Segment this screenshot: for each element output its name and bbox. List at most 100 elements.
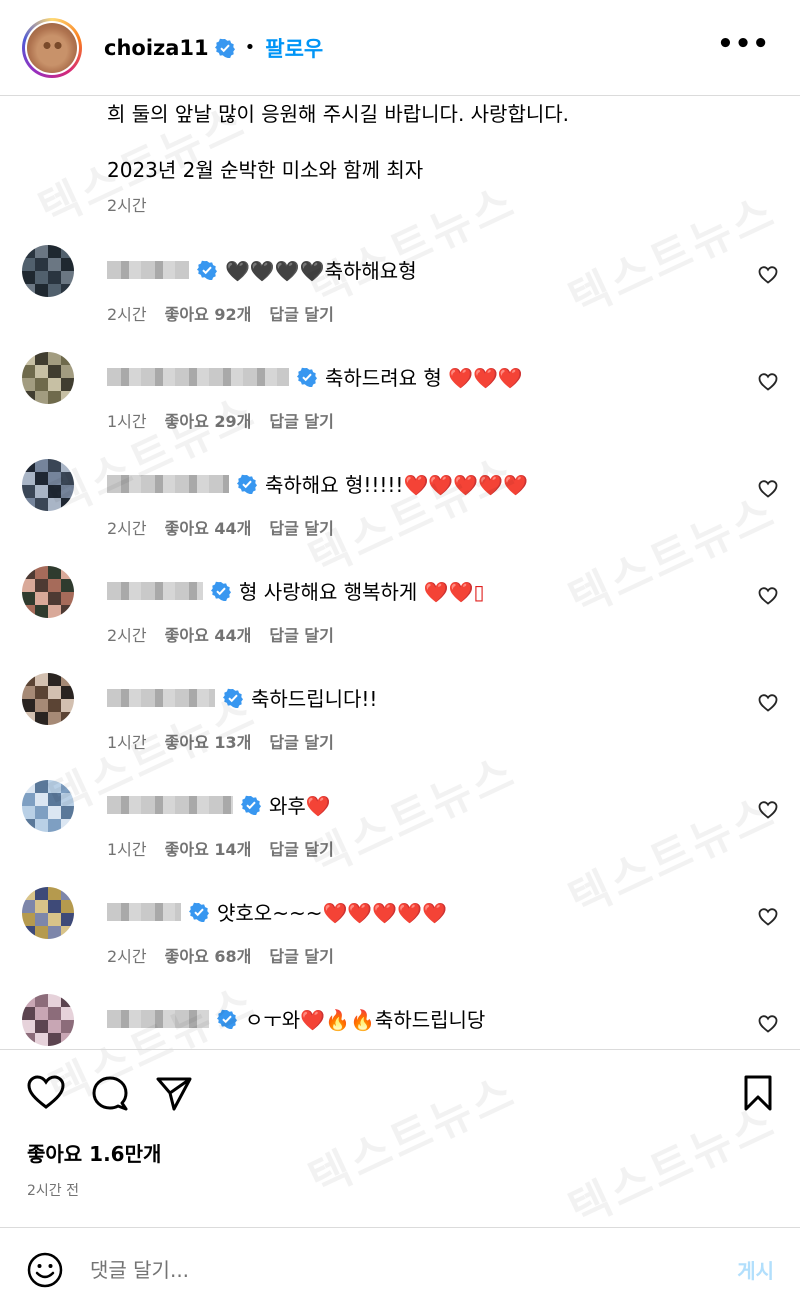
comment-icon[interactable] <box>90 1073 130 1113</box>
commenter-avatar[interactable] <box>22 994 74 1046</box>
reply-button[interactable]: 답글 달기 <box>269 519 333 538</box>
comment-like-heart-icon[interactable] <box>758 1014 778 1034</box>
avatar-pixel <box>35 699 48 712</box>
post-timestamp[interactable]: 2시간 전 <box>27 1180 79 1200</box>
avatar-pixel <box>61 686 74 699</box>
comment-time[interactable]: 1시간 <box>107 733 147 752</box>
avatar-pixel <box>48 498 61 511</box>
comment-likes[interactable]: 좋아요 44개 <box>165 519 252 538</box>
avatar-pixel <box>61 673 74 686</box>
avatar-pixel <box>22 793 35 806</box>
comment-text-main: 축하드려요 형 <box>325 366 449 390</box>
more-horizontal-icon[interactable]: ••• <box>717 31 770 57</box>
comment-like-heart-icon[interactable] <box>758 693 778 713</box>
heart-icon[interactable] <box>26 1073 66 1113</box>
avatar-pixel <box>48 887 61 900</box>
comment-likes[interactable]: 좋아요 13개 <box>165 733 252 752</box>
avatar-pixel <box>35 1020 48 1033</box>
comment-text: 형 사랑해요 행복하게 ❤️❤️▯ <box>239 576 485 605</box>
avatar-pixel <box>35 284 48 297</box>
reply-button[interactable]: 답글 달기 <box>269 412 333 431</box>
avatar-pixel <box>61 994 74 1007</box>
avatar-pixel <box>22 391 35 404</box>
commenter-avatar[interactable] <box>22 566 74 618</box>
bookmark-icon[interactable] <box>738 1073 778 1113</box>
reply-button[interactable]: 답글 달기 <box>269 305 333 324</box>
comment-like-heart-icon[interactable] <box>758 800 778 820</box>
comment-time[interactable]: 1시간 <box>107 412 147 431</box>
comment-input[interactable] <box>90 1252 690 1288</box>
avatar-pixel <box>61 579 74 592</box>
reply-button[interactable]: 답글 달기 <box>269 626 333 645</box>
avatar-pixel <box>35 686 48 699</box>
commenter-avatar[interactable] <box>22 245 74 297</box>
avatar-pixel <box>35 994 48 1007</box>
comment-like-heart-icon[interactable] <box>758 907 778 927</box>
comment-time[interactable]: 2시간 <box>107 947 147 966</box>
follow-button[interactable]: 팔로우 <box>265 33 323 63</box>
username-link[interactable]: choiza11 <box>104 36 209 60</box>
comment-likes[interactable]: 좋아요 92개 <box>165 305 252 324</box>
avatar-pixel <box>22 806 35 819</box>
commenter-avatar[interactable] <box>22 673 74 725</box>
likes-count[interactable]: 좋아요 1.6만개 <box>27 1138 161 1167</box>
comment-like-heart-icon[interactable] <box>758 372 778 392</box>
verified-badge-icon <box>217 1009 237 1029</box>
avatar-pixel <box>61 887 74 900</box>
avatar-pixel <box>35 498 48 511</box>
emoji-smile-icon[interactable] <box>26 1251 64 1289</box>
comment-text-main: 형 사랑해요 행복하게 <box>239 580 424 604</box>
reply-button[interactable]: 답글 달기 <box>269 840 333 859</box>
commenter-username-blurred[interactable] <box>107 689 215 707</box>
comment-like-heart-icon[interactable] <box>758 479 778 499</box>
commenter-avatar[interactable] <box>22 459 74 511</box>
comment-time[interactable]: 1시간 <box>107 840 147 859</box>
comment-like-heart-icon[interactable] <box>758 265 778 285</box>
commenter-username-blurred[interactable] <box>107 475 229 493</box>
comment-row: 얏호오~~~❤️❤️❤️❤️❤️ 2시간 좋아요 68개 답글 달기 <box>0 887 800 994</box>
comment-row: 축하해요 형!!!!!❤️❤️❤️❤️❤️ 2시간 좋아요 44개 답글 달기 <box>0 459 800 566</box>
avatar-pixel <box>22 592 35 605</box>
avatar-pixel <box>61 712 74 725</box>
comment-row: 와후❤️ 1시간 좋아요 14개 답글 달기 <box>0 780 800 887</box>
commenter-username-blurred[interactable] <box>107 261 189 279</box>
comment-likes[interactable]: 좋아요 44개 <box>165 626 252 645</box>
avatar-pixel <box>35 819 48 832</box>
comment-time[interactable]: 2시간 <box>107 626 147 645</box>
comment-emoji: ❤️❤️❤️❤️❤️ <box>322 901 447 925</box>
commenter-avatar[interactable] <box>22 780 74 832</box>
reply-button[interactable]: 답글 달기 <box>269 947 333 966</box>
avatar-pixel <box>22 605 35 618</box>
comment-like-heart-icon[interactable] <box>758 586 778 606</box>
comment-text-main: 축하드립니다!! <box>251 687 378 711</box>
comment-time[interactable]: 2시간 <box>107 305 147 324</box>
caption-time: 2시간 <box>107 196 147 215</box>
avatar-pixel <box>22 579 35 592</box>
avatar-pixel <box>61 900 74 913</box>
commenter-username-blurred[interactable] <box>107 903 181 921</box>
divider <box>0 1049 800 1050</box>
comment-time[interactable]: 2시간 <box>107 519 147 538</box>
avatar-pixel <box>48 605 61 618</box>
avatar-pixel <box>61 352 74 365</box>
reply-button[interactable]: 답글 달기 <box>269 733 333 752</box>
profile-avatar[interactable] <box>22 17 82 78</box>
avatar-pixel <box>35 579 48 592</box>
post-comment-button[interactable]: 게시 <box>737 1255 774 1284</box>
commenter-username-blurred[interactable] <box>107 368 289 386</box>
commenter-avatar[interactable] <box>22 352 74 404</box>
avatar-pixel <box>61 793 74 806</box>
comment-likes[interactable]: 좋아요 68개 <box>165 947 252 966</box>
commenter-username-blurred[interactable] <box>107 582 203 600</box>
comment-meta: 2시간 좋아요 44개 답글 달기 <box>107 515 352 539</box>
avatar-pixel <box>48 926 61 939</box>
comment-likes[interactable]: 좋아요 14개 <box>165 840 252 859</box>
commenter-avatar[interactable] <box>22 887 74 939</box>
commenter-username-blurred[interactable] <box>107 796 233 814</box>
avatar-pixel <box>48 485 61 498</box>
verified-badge-icon <box>211 581 231 601</box>
comment-likes[interactable]: 좋아요 29개 <box>165 412 252 431</box>
avatar-pixel <box>35 806 48 819</box>
share-send-icon[interactable] <box>154 1073 194 1113</box>
commenter-username-blurred[interactable] <box>107 1010 209 1028</box>
